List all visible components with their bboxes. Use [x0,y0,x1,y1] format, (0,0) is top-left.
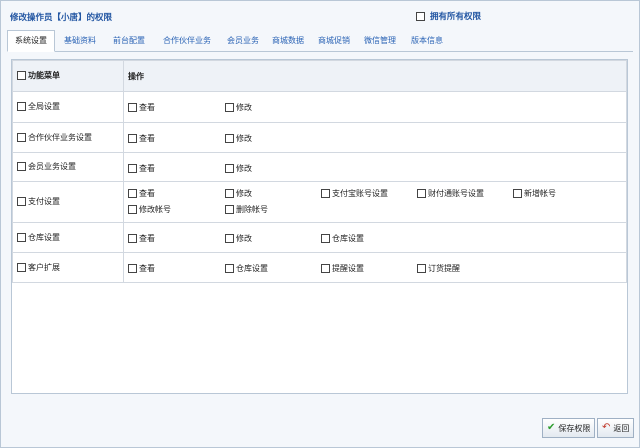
back-label: 返回 [613,423,630,433]
op-checkbox[interactable] [225,264,234,273]
row-checkbox[interactable] [17,232,26,242]
op-checkbox[interactable] [225,189,234,198]
action-bar: ✔ 保存权限 ↶ 返回 [1,413,639,447]
tab-partner-business[interactable]: 合作伙伴业务 [154,31,220,50]
op-checkbox[interactable] [128,234,137,243]
own-all-label: 拥有所有权限 [430,12,482,22]
row-checkbox[interactable] [17,162,26,171]
op-checkbox[interactable] [321,189,330,198]
menu-label: 合作伙伴业务设置 [28,132,92,142]
op-label: 提醒设置 [332,264,364,273]
op-checkbox[interactable] [225,234,234,243]
op-label: 修改帐号 [139,205,171,214]
op-label: 财付通账号设置 [428,189,484,198]
op-checkbox[interactable] [128,164,137,173]
op-label: 查看 [139,189,155,198]
op-label: 修改 [236,134,252,143]
menu-label: 会员业务设置 [28,162,76,171]
permission-table: 功能菜单 操作 全局设置 查看 修改 合作伙伴业务设置 查看 修改 会员业务设置… [12,60,627,283]
op-checkbox[interactable] [128,189,137,198]
op-label: 新增帐号 [524,189,556,198]
op-label: 修改 [236,234,252,243]
menu-label: 客户扩展 [28,262,60,272]
tab-mall-data[interactable]: 商城数据 [266,31,310,50]
tab-member-business[interactable]: 会员业务 [222,31,264,50]
table-row: 合作伙伴业务设置 查看 修改 [12,122,627,153]
back-button[interactable]: ↶ 返回 [597,418,635,438]
op-label: 删除帐号 [236,205,268,214]
op-label: 修改 [236,189,252,198]
header-ops-cell: 操作 [123,60,627,92]
own-all-permissions-toggle[interactable]: 拥有所有权限 [416,10,481,22]
op-checkbox[interactable] [321,234,330,243]
tab-basic-data[interactable]: 基础资料 [56,31,104,50]
op-checkbox[interactable] [417,264,426,273]
op-checkbox[interactable] [225,205,234,214]
op-checkbox[interactable] [225,103,234,112]
tab-mall-promotion[interactable]: 商城促销 [312,31,356,50]
table-row: 仓库设置 查看 修改 仓库设置 [12,222,627,253]
row-checkbox[interactable] [17,102,26,111]
op-label: 查看 [139,103,155,112]
tab-bar: 系统设置 基础资料 前台配置 合作伙伴业务 会员业务 商城数据 商城促销 微信管… [7,30,633,52]
menu-label: 仓库设置 [28,232,60,242]
table-row: 全局设置 查看 修改 [12,91,627,123]
op-label: 支付宝账号设置 [332,189,388,198]
table-row: 客户扩展 查看 仓库设置 提醒设置 订货提醒 [12,252,627,283]
select-all-checkbox[interactable] [17,71,26,80]
op-checkbox[interactable] [128,103,137,112]
page-title: 修改操作员【小唐】的权限 [10,13,113,23]
permission-window: 修改操作员【小唐】的权限 拥有所有权限 系统设置 基础资料 前台配置 合作伙伴业… [0,0,640,448]
check-icon: ✔ [547,422,556,433]
tab-wechat-management[interactable]: 微信管理 [358,31,402,50]
op-label: 修改 [236,164,252,173]
tab-version-info[interactable]: 版本信息 [405,31,449,50]
own-all-checkbox[interactable] [416,11,425,21]
op-label: 订货提醒 [428,264,460,273]
op-checkbox[interactable] [128,264,137,273]
op-label: 仓库设置 [332,234,364,243]
op-label: 查看 [139,234,155,243]
op-checkbox[interactable] [225,134,234,143]
op-checkbox[interactable] [128,205,137,214]
op-label: 仓库设置 [236,264,268,273]
save-permissions-button[interactable]: ✔ 保存权限 [542,418,596,438]
row-checkbox[interactable] [17,132,26,142]
op-checkbox[interactable] [513,189,522,198]
row-checkbox[interactable] [17,197,26,206]
menu-label: 全局设置 [28,102,60,111]
op-label: 查看 [139,164,155,173]
save-label: 保存权限 [558,423,591,433]
tab-system-settings[interactable]: 系统设置 [7,30,55,52]
back-arrow-icon: ↶ [602,422,611,433]
op-label: 修改 [236,103,252,112]
permission-panel: 功能菜单 操作 全局设置 查看 修改 合作伙伴业务设置 查看 修改 会员业务设置… [11,59,628,394]
op-checkbox[interactable] [417,189,426,198]
tab-front-config[interactable]: 前台配置 [107,31,151,50]
header-menu-label: 功能菜单 [28,71,60,80]
table-row: 支付设置 查看 修改 支付宝账号设置 财付通账号设置 新增帐号 修改帐号 删除帐… [12,181,627,223]
table-row: 会员业务设置 查看 修改 [12,152,627,182]
op-checkbox[interactable] [321,264,330,273]
op-label: 查看 [139,264,155,273]
row-checkbox[interactable] [17,262,26,272]
op-label: 查看 [139,134,155,143]
menu-label: 支付设置 [28,197,60,206]
op-checkbox[interactable] [128,134,137,143]
op-checkbox[interactable] [225,164,234,173]
header-menu-cell: 功能菜单 [12,60,124,92]
